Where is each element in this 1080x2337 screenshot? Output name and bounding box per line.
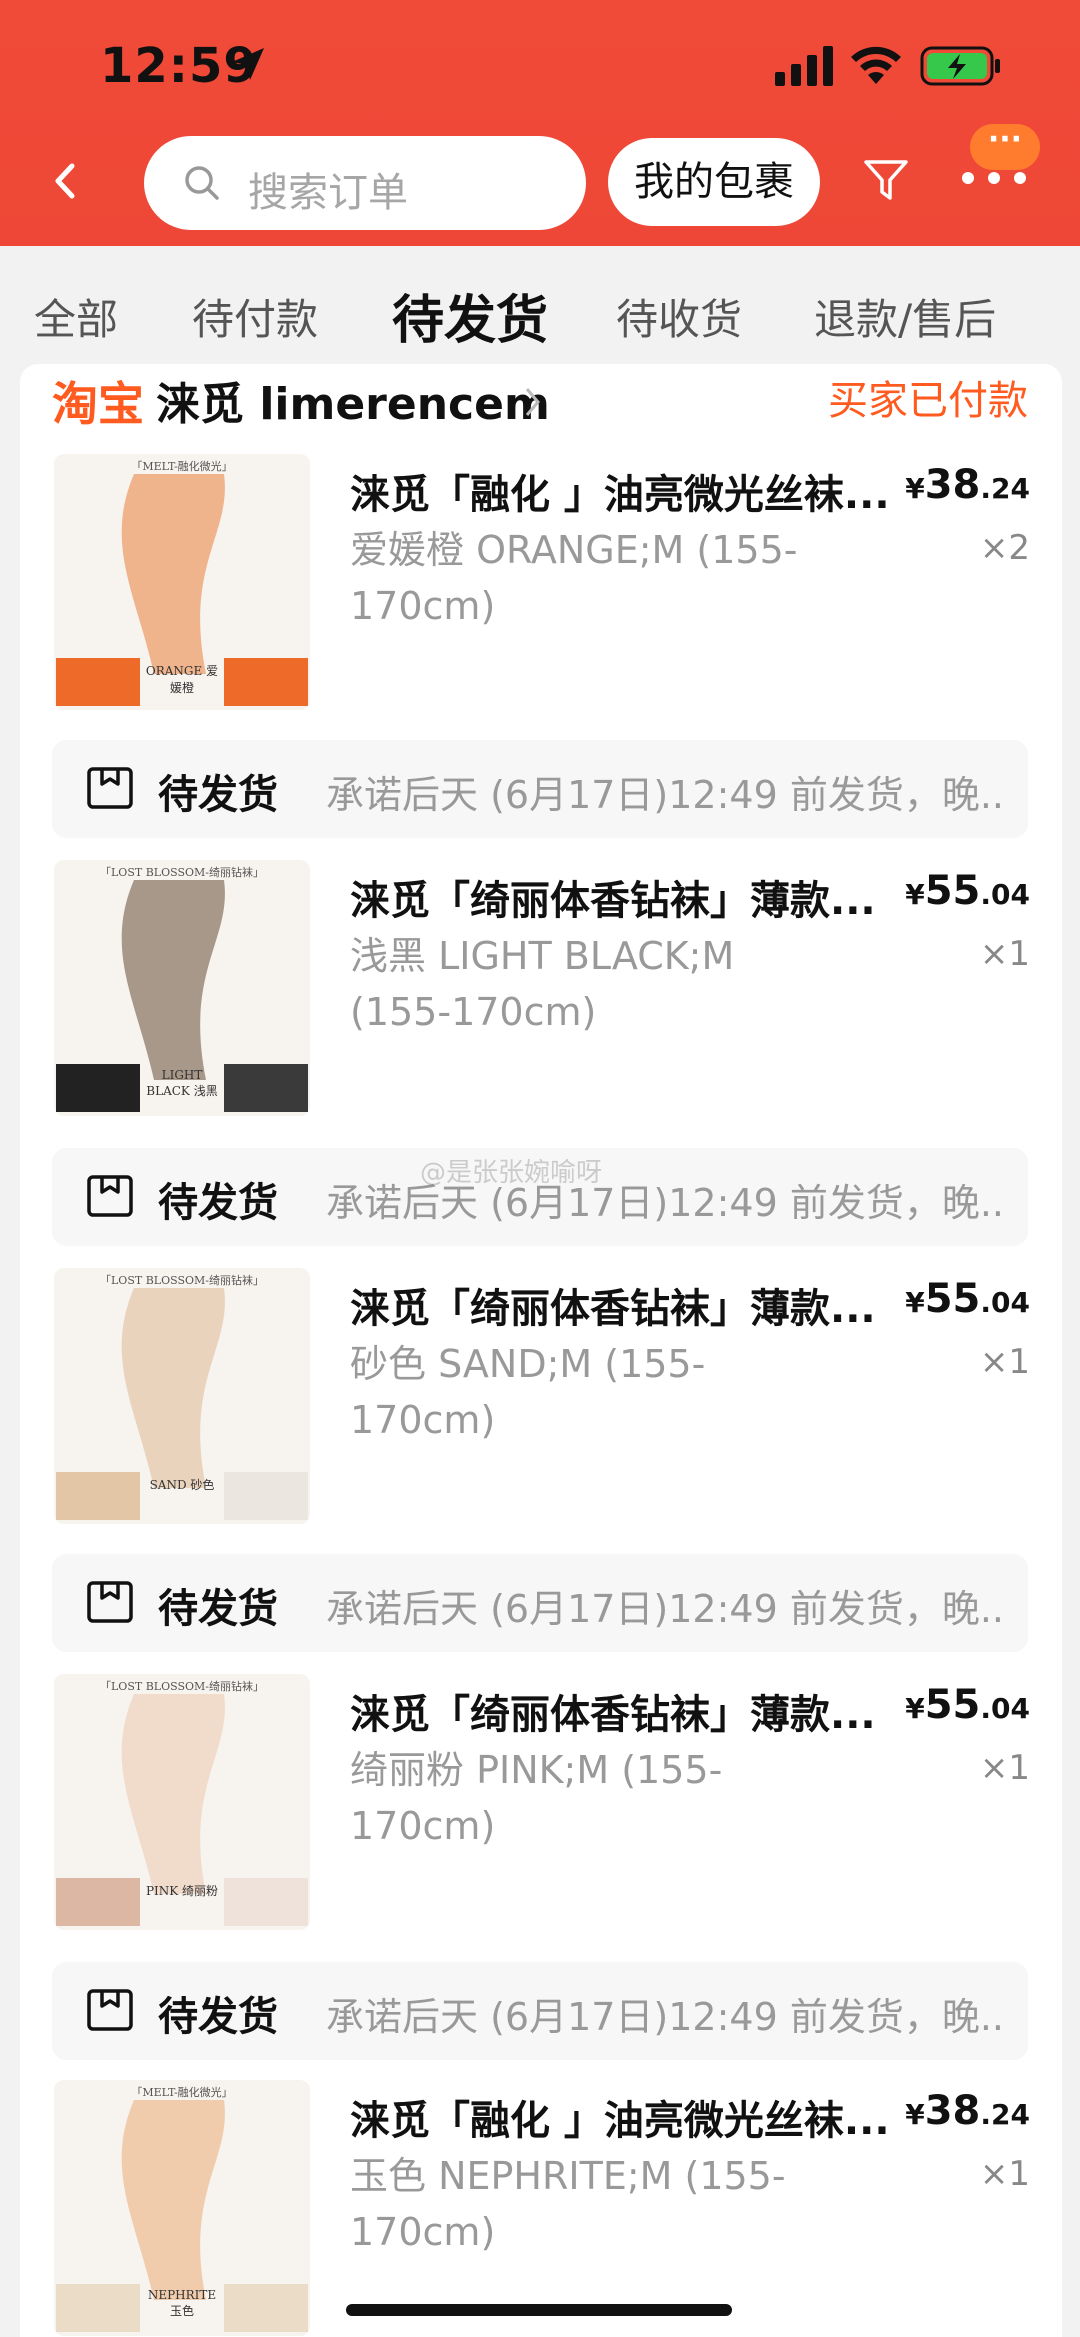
order-card[interactable]: 淘宝 涞觅 limerencem 买家已付款 「MELT-融化微光」 ORANG…: [20, 364, 1062, 2337]
product-thumbnail: 「MELT-融化微光」 NEPHRITE 玉色: [54, 2080, 310, 2336]
leg-image: [121, 880, 225, 1080]
product-spec: 绮丽粉 PINK;M (155-170cm): [350, 1748, 723, 1848]
chevron-right-icon: [525, 388, 540, 416]
order-status-label: 买家已付款: [828, 378, 1028, 424]
product-quantity: ×1: [979, 934, 1030, 974]
product-price: ¥55.04: [905, 868, 1030, 914]
cellular-signal-icon: [775, 46, 833, 86]
product-quantity: ×1: [979, 1342, 1030, 1382]
leg-image: [121, 1694, 225, 1894]
search-icon: [185, 166, 219, 200]
color-swatch: [56, 658, 140, 706]
location-arrow-icon: [232, 48, 264, 80]
product-spec: 玉色 NEPHRITE;M (155-170cm): [350, 2154, 786, 2254]
product-quantity: ×2: [979, 528, 1030, 568]
product-title: 涞觅「绮丽体香钻袜」薄款...: [350, 1692, 876, 1738]
tab-refund-aftersale[interactable]: 退款/售后: [814, 286, 996, 347]
status-bar: 12:59: [0, 30, 1080, 102]
shop-header[interactable]: 淘宝 涞觅 limerencem 买家已付款: [20, 364, 1062, 454]
order-status-tabs: 全部 待付款 待发货 待收货 退款/售后: [0, 246, 1080, 364]
shipping-status-bar[interactable]: 待发货 承诺后天 (6月17日)12:49 前发货，晚...: [52, 1962, 1028, 2060]
shipping-status-label: 待发货: [158, 1180, 278, 1226]
shipping-status-label: 待发货: [158, 1994, 278, 2040]
order-item[interactable]: 「MELT-融化微光」 NEPHRITE 玉色 涞觅「融化 」油亮微光丝袜...…: [20, 2080, 1062, 2337]
leg-image: [121, 2100, 225, 2300]
back-button[interactable]: [46, 150, 90, 212]
shipping-status-label: 待发货: [158, 1586, 278, 1632]
order-item[interactable]: 「LOST BLOSSOM-绮丽钻袜」 PINK 绮丽粉 涞觅「绮丽体香钻袜」薄…: [20, 1674, 1062, 1944]
package-box-icon: [87, 1581, 133, 1623]
product-thumbnail: 「MELT-融化微光」 ORANGE 爱媛橙: [54, 454, 310, 710]
product-price: ¥38.24: [905, 462, 1030, 508]
product-spec: 爱媛橙 ORANGE;M (155-170cm): [350, 528, 798, 628]
product-title: 涞觅「绮丽体香钻袜」薄款...: [350, 878, 876, 924]
wifi-icon: [851, 46, 901, 84]
product-price: ¥55.04: [905, 1682, 1030, 1728]
home-indicator[interactable]: [346, 2304, 732, 2316]
more-menu-button[interactable]: ···: [962, 124, 1040, 194]
search-input[interactable]: 搜索订单: [144, 136, 586, 230]
tab-pending-payment[interactable]: 待付款: [192, 286, 318, 347]
product-quantity: ×1: [979, 1748, 1030, 1788]
shipping-promise-text: 承诺后天 (6月17日)12:49 前发货，晚...: [326, 1587, 1006, 1631]
shipping-status-bar[interactable]: 待发货 承诺后天 (6月17日)12:49 前发货，晚...: [52, 740, 1028, 838]
order-item[interactable]: 「MELT-融化微光」 ORANGE 爱媛橙 涞觅「融化 」油亮微光丝袜... …: [20, 454, 1062, 724]
tab-pending-shipment[interactable]: 待发货: [392, 278, 548, 353]
product-spec: 砂色 SAND;M (155-170cm): [350, 1342, 706, 1442]
order-item[interactable]: 「LOST BLOSSOM-绮丽钻袜」 LIGHT BLACK 浅黑 涞觅「绮丽…: [20, 860, 1062, 1130]
battery-charging-icon: [920, 46, 1000, 86]
color-swatch: [56, 1064, 140, 1112]
color-swatch: [56, 1472, 140, 1520]
product-spec: 浅黑 LIGHT BLACK;M (155-170cm): [350, 934, 735, 1034]
order-item[interactable]: 「LOST BLOSSOM-绮丽钻袜」 SAND 砂色 涞觅「绮丽体香钻袜」薄款…: [20, 1268, 1062, 1538]
shipping-promise-text: 承诺后天 (6月17日)12:49 前发货，晚...: [326, 1995, 1006, 2039]
tab-all[interactable]: 全部: [34, 286, 118, 347]
shipping-status-bar[interactable]: 待发货 承诺后天 (6月17日)12:49 前发货，晚...: [52, 1554, 1028, 1652]
product-title: 涞觅「融化 」油亮微光丝袜...: [350, 472, 890, 518]
more-dots-icon: [962, 172, 1026, 184]
shipping-promise-text: 承诺后天 (6月17日)12:49 前发货，晚...: [326, 773, 1006, 817]
product-thumbnail: 「LOST BLOSSOM-绮丽钻袜」 PINK 绮丽粉: [54, 1674, 310, 1930]
product-quantity: ×1: [979, 2154, 1030, 2194]
product-thumbnail: 「LOST BLOSSOM-绮丽钻袜」 SAND 砂色: [54, 1268, 310, 1524]
shipping-status-label: 待发货: [158, 772, 278, 818]
search-placeholder: 搜索订单: [248, 170, 408, 216]
product-price: ¥55.04: [905, 1276, 1030, 1322]
color-swatch: [56, 2284, 140, 2332]
leg-image: [121, 1288, 225, 1488]
package-box-icon: [87, 1989, 133, 2031]
product-title: 涞觅「融化 」油亮微光丝袜...: [350, 2098, 890, 2144]
product-price: ¥38.24: [905, 2088, 1030, 2134]
message-badge: ···: [970, 124, 1040, 170]
color-swatch: [56, 1878, 140, 1926]
taobao-logo: 淘宝: [52, 377, 144, 431]
watermark: @是张张婉喻呀: [420, 1158, 603, 1188]
tab-pending-receipt[interactable]: 待收货: [616, 286, 742, 347]
shop-name[interactable]: 涞觅 limerencem: [156, 368, 550, 432]
package-box-icon: [87, 767, 133, 809]
package-box-icon: [87, 1175, 133, 1217]
filter-icon[interactable]: [862, 156, 910, 204]
product-title: 涞觅「绮丽体香钻袜」薄款...: [350, 1286, 876, 1332]
my-packages-button[interactable]: 我的包裹: [608, 138, 820, 226]
leg-image: [121, 474, 225, 674]
header: 12:59 搜索订单 我的包裹 ···: [0, 0, 1080, 246]
product-thumbnail: 「LOST BLOSSOM-绮丽钻袜」 LIGHT BLACK 浅黑: [54, 860, 310, 1116]
